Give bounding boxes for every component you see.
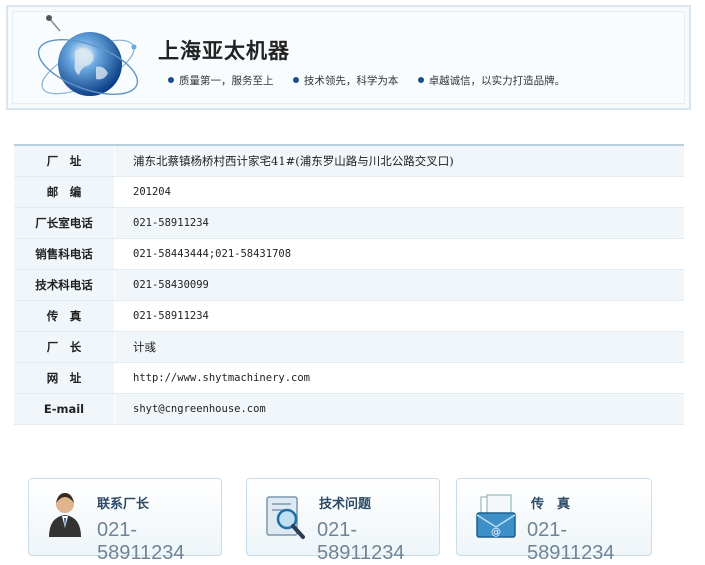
bullet-icon [292,77,299,83]
tech-phone-value: 021-58430099 [114,269,684,301]
postcode-value: 201204 [114,176,684,208]
address-value: 浦东北蔡镇杨桥村西计家宅41#(浦东罗山路与川北公路交叉口) [114,144,684,177]
globe-logo-icon [37,15,139,96]
director-phone-value: 021-58911234 [114,207,684,239]
fax-mail-icon: @ [476,494,516,538]
row-label: 技术科电话 [14,269,115,301]
card-title: 联系厂长 [97,497,150,512]
company-header: 上海亚太机器 质量第一，服务至上 技术领先，科学为本 卓越诚信，以实力打造品牌。 [6,5,691,110]
card-title: 传 真 [531,497,571,512]
fax-card[interactable]: @ 传 真 021-58911234 [456,478,652,564]
row-label: 厂 址 [14,144,115,177]
fax-value: 021-58911234 [114,300,684,332]
table-row: 销售科电话 021-58443444;021-58431708 [14,238,684,270]
sales-phone-value: 021-58443444;021-58431708 [114,238,684,270]
table-row: 厂 址浦东北蔡镇杨桥村西计家宅41#(浦东罗山路与川北公路交叉口) [14,144,684,177]
row-label: 网 址 [14,362,115,394]
table-row: 厂长室电话 021-58911234 [14,207,684,239]
slogan-row: 质量第一，服务至上 技术领先，科学为本 卓越诚信，以实力打造品牌。 [168,73,581,88]
row-label: E-mail [14,393,115,425]
row-label: 邮 编 [14,176,115,208]
svg-text:@: @ [491,527,501,538]
card-phone: 021-58911234 [317,519,405,564]
slogan-item: 质量第一，服务至上 [168,73,274,88]
table-row: 网 址 http://www.shytmachinery.com [14,362,684,394]
bullet-icon [417,77,424,83]
website-link[interactable]: http://www.shytmachinery.com [114,362,684,394]
tech-question-card[interactable]: 技术问题 021-58911234 [246,478,440,564]
table-row: 传 真 021-58911234 [14,300,684,332]
row-label: 厂 长 [14,331,115,363]
card-title: 技术问题 [319,497,372,512]
row-label: 传 真 [14,300,115,332]
card-phone: 021-58911234 [97,519,185,564]
magnifier-document-icon [266,496,305,539]
row-label: 厂长室电话 [14,207,115,239]
company-title: 上海亚太机器 [158,39,290,63]
table-row: E-mail shyt@cngreenhouse.com [14,393,684,425]
slogan-item: 卓越诚信，以实力打造品牌。 [417,73,565,88]
email-link[interactable]: shyt@cngreenhouse.com [114,393,684,425]
card-phone: 021-58911234 [527,519,615,564]
contact-info-table: 厂 址浦东北蔡镇杨桥村西计家宅41#(浦东罗山路与川北公路交叉口) 邮 编 201… [14,144,684,425]
contact-director-card[interactable]: 联系厂长 021-58911234 [28,478,222,564]
director-name-value: 计彧 [114,331,684,363]
table-row: 厂 长计彧 [14,331,684,363]
row-label: 销售科电话 [14,238,115,270]
person-icon [49,493,81,537]
table-row: 技术科电话 021-58430099 [14,269,684,301]
bullet-icon [168,77,174,83]
table-row: 邮 编 201204 [14,176,684,208]
slogan-item: 技术领先，科学为本 [292,73,398,88]
